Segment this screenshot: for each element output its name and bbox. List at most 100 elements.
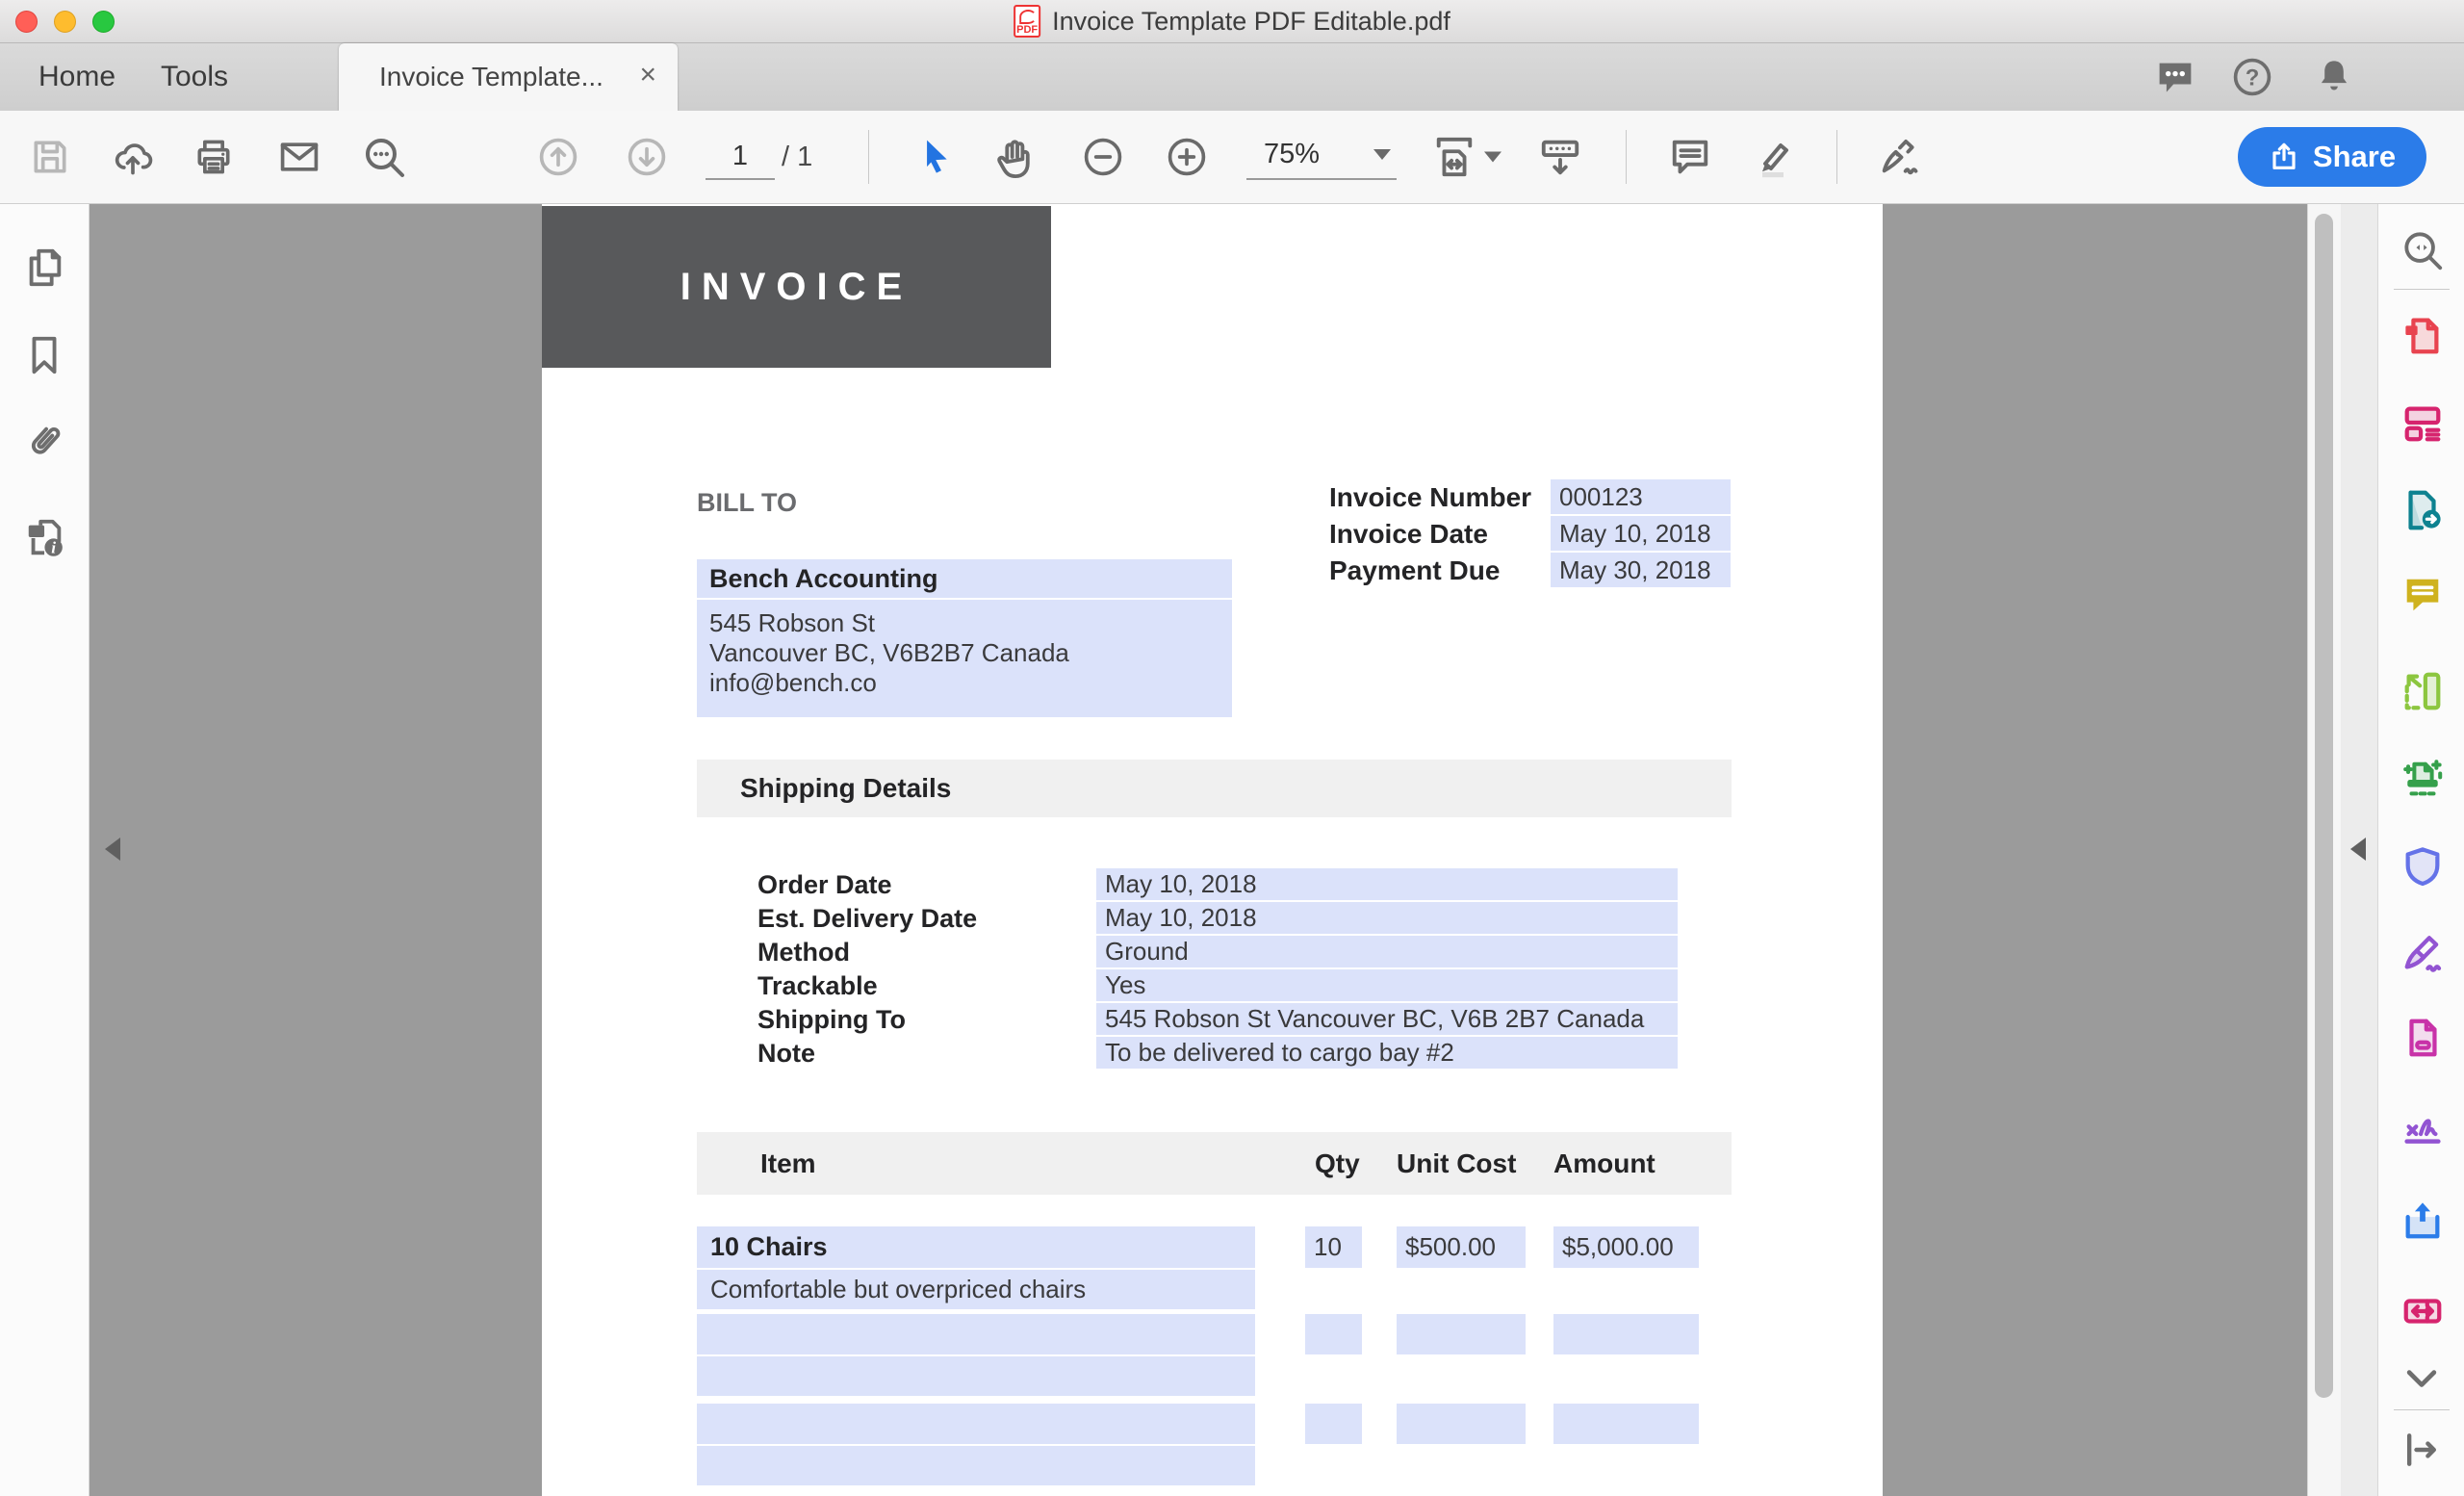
order-date-field[interactable]: May 10, 2018 [1096,868,1678,900]
rail-divider [2394,289,2450,290]
scrollbar-thumb[interactable] [2315,214,2333,1398]
method-label: Method [757,936,850,968]
share-button-label: Share [2313,140,2396,174]
est-delivery-date-field[interactable]: May 10, 2018 [1096,902,1678,934]
note-label: Note [757,1037,815,1070]
protect-icon[interactable] [2400,844,2445,889]
open-tools-panel-icon[interactable] [2400,1429,2443,1471]
item-amount-field[interactable] [1553,1404,1699,1444]
highlight-icon[interactable] [1744,134,1796,180]
share-button[interactable]: Share [2238,127,2426,187]
compress-pdf-icon[interactable] [2400,1289,2445,1333]
minimize-window-button[interactable] [54,11,76,33]
invoice-title-banner: INVOICE [542,206,1051,368]
find-tools-icon[interactable] [2400,228,2445,272]
comment-tool-icon[interactable] [2400,573,2445,617]
item-description-field[interactable]: Comfortable but overpriced chairs [697,1270,1255,1309]
fit-width-icon[interactable] [1432,134,1476,180]
collapse-right-panel-icon[interactable] [2350,838,2366,861]
invoice-date-label: Invoice Date [1329,518,1488,551]
unit-cost-column-header: Unit Cost [1397,1132,1516,1195]
payment-due-field[interactable]: May 30, 2018 [1551,553,1731,587]
hand-tool-icon[interactable] [991,135,1036,179]
sign-icon[interactable] [1875,135,1923,179]
fullscreen-window-button[interactable] [92,11,115,33]
bookmarks-icon[interactable] [22,333,66,377]
right-panel-gutter [2341,204,2377,1496]
request-signatures-icon[interactable] [2400,1111,2445,1155]
print-icon[interactable] [192,136,235,178]
feedback-bubble-icon[interactable] [2154,60,2196,98]
attachments-icon[interactable] [22,419,66,463]
search-icon[interactable] [360,134,408,180]
page-up-icon[interactable] [537,136,579,178]
tab-tools[interactable]: Tools [152,43,237,111]
prepare-form-icon[interactable] [2400,1016,2445,1060]
close-tab-icon[interactable]: × [639,43,656,111]
pdf-page: INVOICE BILL TO Bench Accounting 545 Rob… [542,204,1883,1496]
notifications-bell-icon[interactable] [2314,57,2354,97]
rail-divider [2394,1409,2450,1410]
item-name-field[interactable]: 10 Chairs [697,1226,1255,1268]
item-name-field[interactable] [697,1314,1255,1354]
create-pdf-icon[interactable] [2400,313,2445,357]
comment-icon[interactable] [1668,135,1712,179]
bill-to-name-field[interactable]: Bench Accounting [697,559,1232,598]
qty-column-header: Qty [1315,1132,1360,1195]
address-line: 545 Robson St [709,608,1232,638]
zoom-in-icon[interactable] [1166,136,1208,178]
page-number-input[interactable]: 1 [706,134,775,180]
select-cursor-icon[interactable] [916,136,953,178]
item-description-field[interactable] [697,1356,1255,1396]
item-unit-cost-field[interactable]: $500.00 [1397,1226,1526,1268]
left-panel-rail: i [0,204,90,1496]
item-description-field[interactable] [697,1446,1255,1485]
bill-to-address-field[interactable]: 545 Robson St Vancouver BC, V6B2B7 Canad… [697,600,1232,717]
cloud-upload-icon[interactable] [110,136,156,178]
tab-home[interactable]: Home [35,43,119,111]
email-icon[interactable] [277,136,321,178]
page-display-icon[interactable] [1535,135,1585,179]
method-field[interactable]: Ground [1096,936,1678,967]
fill-sign-icon[interactable] [2400,931,2445,975]
toolbar-divider [868,130,869,184]
toolbar: 1 / 1 75% [0,111,2464,204]
output-info-icon[interactable]: i [22,516,68,560]
chevron-down-icon[interactable] [1484,152,1502,163]
help-icon[interactable]: ? [2231,56,2273,98]
item-unit-cost-field[interactable] [1397,1404,1526,1444]
send-for-review-icon[interactable] [2400,1198,2445,1242]
organize-pages-icon[interactable] [2400,669,2445,713]
export-pdf-icon[interactable] [2400,488,2445,532]
close-window-button[interactable] [15,11,38,33]
item-qty-field[interactable] [1305,1314,1362,1354]
save-icon[interactable] [29,136,71,178]
zoom-out-icon[interactable] [1082,136,1124,178]
page-down-icon[interactable] [626,136,668,178]
shipping-to-field[interactable]: 545 Robson St Vancouver BC, V6B 2B7 Cana… [1096,1003,1678,1035]
item-unit-cost-field[interactable] [1397,1314,1526,1354]
edit-pdf-icon[interactable] [2400,401,2445,446]
item-name-field[interactable] [697,1404,1255,1444]
item-amount-field[interactable] [1553,1314,1699,1354]
item-amount-field[interactable]: $5,000.00 [1553,1226,1699,1268]
collapse-left-panel-icon[interactable] [105,838,120,861]
note-field[interactable]: To be delivered to cargo bay #2 [1096,1037,1678,1069]
title-bar: PDF Invoice Template PDF Editable.pdf [0,0,2464,43]
address-line: info@bench.co [709,668,1232,698]
vertical-scrollbar[interactable] [2307,204,2341,1496]
trackable-field[interactable]: Yes [1096,969,1678,1001]
invoice-number-field[interactable]: 000123 [1551,479,1731,514]
svg-text:?: ? [2246,64,2260,90]
scan-ocr-icon[interactable] [2400,758,2445,802]
page-thumbnails-icon[interactable] [22,245,66,290]
more-tools-chevron-icon[interactable] [2400,1362,2443,1397]
item-qty-field[interactable] [1305,1404,1362,1444]
tab-bar: Home Tools Invoice Template... × ? [0,43,2464,111]
item-qty-field[interactable]: 10 [1305,1226,1362,1268]
shipping-details-heading: Shipping Details [697,760,1732,817]
zoom-level-dropdown[interactable]: 75% [1246,134,1397,180]
tab-document[interactable]: Invoice Template... × [339,43,678,111]
acrobat-window: PDF Invoice Template PDF Editable.pdf Ho… [0,0,2464,1496]
invoice-date-field[interactable]: May 10, 2018 [1551,516,1731,551]
